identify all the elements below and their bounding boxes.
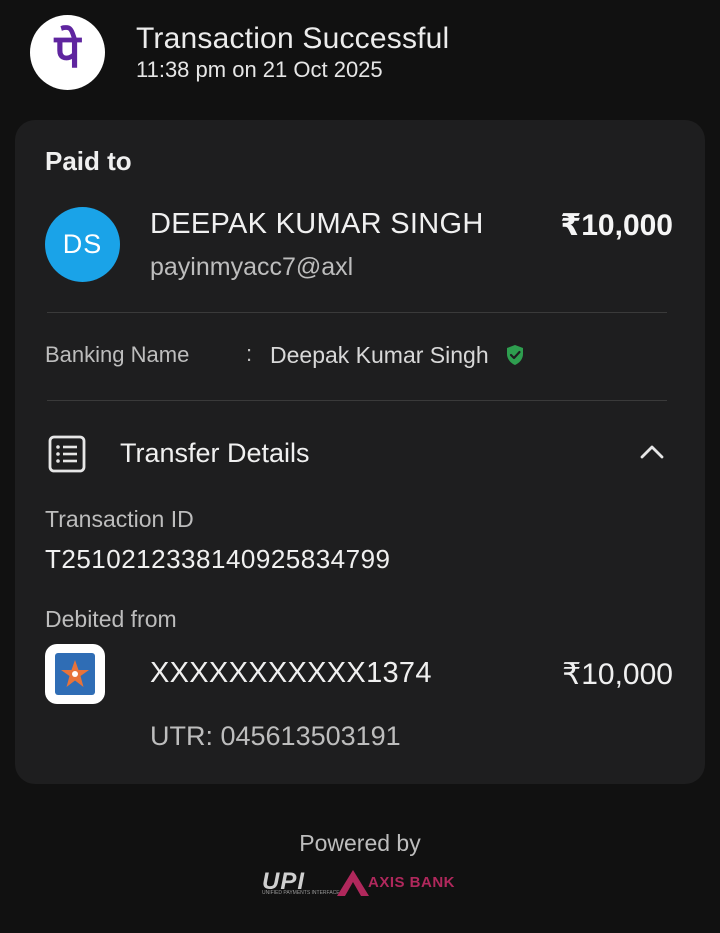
utr-number: UTR: 045613503191 bbox=[150, 721, 401, 751]
payee-upi-id: payinmyacc7@axl bbox=[150, 253, 354, 281]
debited-amount: ₹10,000 bbox=[562, 658, 673, 691]
upi-logo-subtext: UNIFIED PAYMENTS INTERFACE bbox=[262, 890, 340, 896]
debited-account-number: XXXXXXXXXXX1374 bbox=[150, 657, 432, 689]
banking-name-separator: : bbox=[246, 341, 253, 366]
powered-by-label: Powered by bbox=[299, 830, 421, 856]
bank-star-icon bbox=[55, 653, 95, 695]
chevron-up-icon[interactable] bbox=[639, 442, 665, 460]
paid-amount: ₹10,000 bbox=[560, 209, 673, 242]
partner-logos: UPI UNIFIED PAYMENTS INTERFACE AXIS BANK bbox=[262, 868, 462, 900]
phonepe-logo-glyph: पे bbox=[54, 23, 81, 78]
payee-name: DEEPAK KUMAR SINGH bbox=[150, 208, 484, 240]
transaction-id-label: Transaction ID bbox=[45, 506, 194, 532]
receipt-list-icon bbox=[48, 435, 86, 473]
axis-bank-logo-icon bbox=[337, 870, 369, 896]
transaction-id-value: T2510212338140925834799 bbox=[45, 544, 391, 574]
transaction-card: Paid to DS DEEPAK KUMAR SINGH payinmyacc… bbox=[15, 120, 705, 784]
divider bbox=[47, 312, 667, 313]
page-title: Transaction Successful bbox=[136, 22, 450, 55]
debited-from-label: Debited from bbox=[45, 606, 177, 632]
transaction-timestamp: 11:38 pm on 21 Oct 2025 bbox=[136, 57, 383, 82]
divider bbox=[47, 400, 667, 401]
bank-logo bbox=[45, 644, 105, 704]
phonepe-logo: पे bbox=[30, 15, 105, 90]
header: पे Transaction Successful 11:38 pm on 21… bbox=[0, 0, 720, 110]
shield-check-icon bbox=[507, 345, 523, 365]
paid-to-label: Paid to bbox=[45, 146, 132, 176]
axis-bank-logo-text: AXIS BANK bbox=[368, 874, 456, 891]
payee-avatar: DS bbox=[45, 207, 120, 282]
transfer-details-title[interactable]: Transfer Details bbox=[120, 438, 310, 469]
banking-name-label: Banking Name bbox=[45, 342, 190, 367]
payee-avatar-initials: DS bbox=[62, 229, 103, 259]
banking-name-value: Deepak Kumar Singh bbox=[270, 342, 489, 368]
